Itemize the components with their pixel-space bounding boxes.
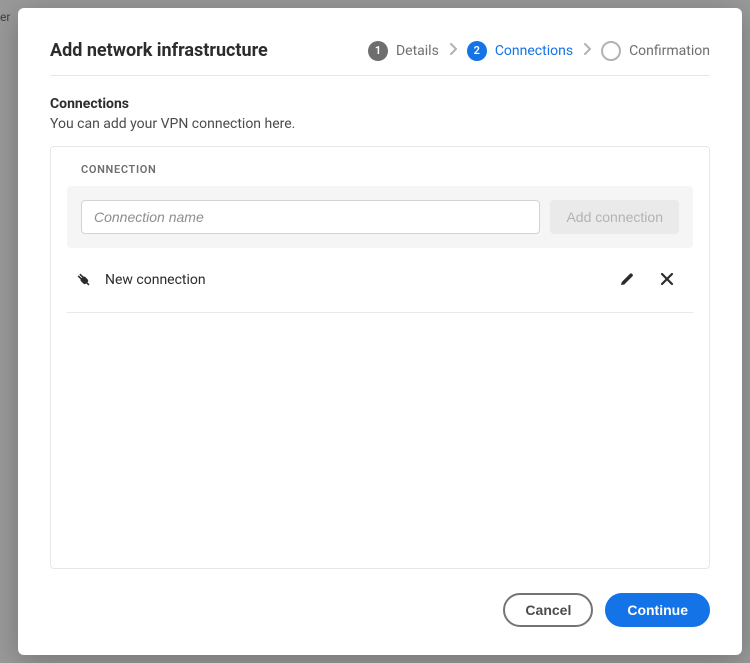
step-1-circle: 1 <box>368 41 388 61</box>
connection-list-item: New connection <box>67 248 693 313</box>
section-description: You can add your VPN connection here. <box>50 116 710 132</box>
cancel-button[interactable]: Cancel <box>503 593 593 627</box>
background-text-fragment: er <box>0 10 10 24</box>
panel-label: CONNECTION <box>81 163 693 176</box>
edit-button[interactable] <box>613 266 641 294</box>
step-2-label: Connections <box>495 43 573 59</box>
modal-dialog: Add network infrastructure 1 Details 2 C… <box>18 8 742 655</box>
delete-button[interactable] <box>653 266 681 294</box>
connection-name: New connection <box>105 272 601 288</box>
modal-title: Add network infrastructure <box>50 40 268 61</box>
step-confirmation[interactable]: Confirmation <box>601 41 710 61</box>
step-details[interactable]: 1 Details <box>368 41 439 61</box>
stepper: 1 Details 2 Connections Confirmation <box>368 41 710 61</box>
modal-footer: Cancel Continue <box>50 593 710 627</box>
step-3-label: Confirmation <box>629 43 710 59</box>
connection-name-input[interactable] <box>81 200 540 234</box>
step-connections[interactable]: 2 Connections <box>467 41 573 61</box>
step-1-label: Details <box>396 43 439 59</box>
pencil-icon <box>619 271 635 290</box>
add-connection-row: Add connection <box>67 186 693 248</box>
plug-icon <box>75 271 93 289</box>
section-header: Connections You can add your VPN connect… <box>50 96 710 132</box>
connections-panel: CONNECTION Add connection New connection <box>50 146 710 569</box>
modal-header: Add network infrastructure 1 Details 2 C… <box>50 40 710 76</box>
continue-button[interactable]: Continue <box>605 593 710 627</box>
step-3-circle <box>601 41 621 61</box>
chevron-right-icon <box>449 43 457 59</box>
add-connection-button[interactable]: Add connection <box>550 200 679 234</box>
step-2-circle: 2 <box>467 41 487 61</box>
chevron-right-icon <box>583 43 591 59</box>
close-icon <box>660 272 674 289</box>
section-title: Connections <box>50 96 710 112</box>
